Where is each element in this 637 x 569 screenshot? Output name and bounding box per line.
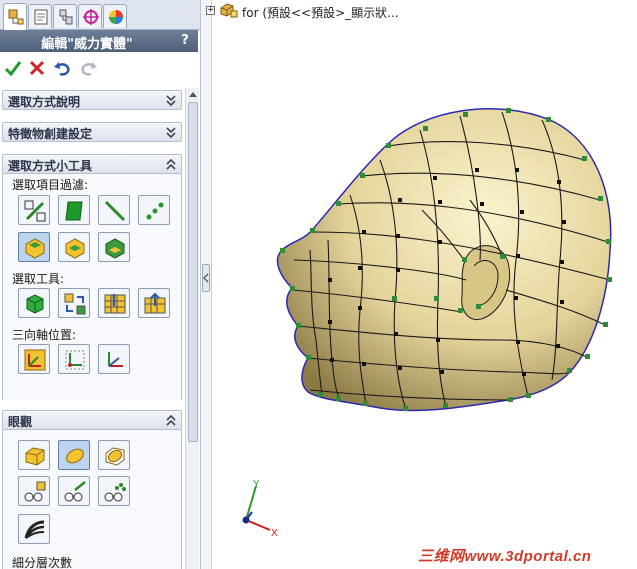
panel-scrollbar-thumb[interactable]: [188, 102, 198, 442]
panel-splitter[interactable]: [201, 0, 212, 569]
box-select-mid-icon: [65, 238, 85, 259]
group-display[interactable]: 眼觀: [2, 410, 182, 430]
grow-selection-tool-button[interactable]: [138, 288, 170, 318]
tree-expand-toggle[interactable]: +: [206, 6, 215, 15]
triad-local-icon: [24, 349, 46, 371]
filter-faces-button[interactable]: [58, 195, 90, 225]
box-and-smooth-icon: [105, 447, 125, 466]
group-selection-tools[interactable]: 選取方式小工具: [2, 154, 182, 174]
box-select-bottom-icon: [105, 238, 125, 259]
view-triad: Y X: [242, 479, 278, 539]
filter-lines-button[interactable]: [98, 195, 130, 225]
site-watermark: 三维网www.3dportal.cn: [418, 548, 592, 565]
chevron-up-double-icon: [166, 414, 176, 426]
triad-y-label: Y: [253, 479, 260, 490]
collapse-arrow-icon: [203, 273, 209, 283]
help-button[interactable]: ?: [178, 33, 192, 48]
display-glasses-3-button[interactable]: [98, 476, 130, 506]
tab-display-manager[interactable]: [78, 4, 102, 28]
display-box-button[interactable]: [18, 440, 50, 470]
undo-icon[interactable]: [53, 59, 71, 77]
glasses-points-icon: [104, 483, 126, 502]
tools-label: 選取工具:: [12, 272, 65, 286]
color-wheel-icon: [109, 10, 123, 24]
group-feature-settings[interactable]: 特徵物創建設定: [2, 122, 182, 142]
display-glasses-2-button[interactable]: [58, 476, 90, 506]
display-smooth-button[interactable]: [58, 440, 90, 470]
manager-tabs: [0, 0, 200, 30]
glasses-line-icon: [64, 481, 86, 502]
filter-edges-button[interactable]: [18, 195, 50, 225]
filter-vertices-button[interactable]: [138, 195, 170, 225]
property-sheet-icon: [34, 9, 48, 25]
glasses-vertex-icon: [24, 481, 46, 502]
select-box-tool-button[interactable]: [18, 288, 50, 318]
selection-tools-body: 選取項目過濾: 選取工具: 三向軸位置:: [2, 174, 182, 400]
group-selection-tools-label: 選取方式小工具: [8, 159, 93, 173]
filter-face-icon: [65, 201, 83, 221]
filter-line-icon: [104, 200, 126, 222]
display-stripes-button[interactable]: [18, 514, 50, 544]
display-both-button[interactable]: [98, 440, 130, 470]
tab-configuration[interactable]: [28, 4, 52, 28]
filter-label: 選取項目過濾:: [12, 178, 89, 192]
column-grid-icon: [104, 294, 126, 314]
swap-grid-icon: [64, 293, 86, 315]
display-glasses-1-button[interactable]: [18, 476, 50, 506]
action-buttons: [0, 54, 198, 82]
chevron-up-double-icon: [166, 158, 176, 170]
tab-appearances[interactable]: [103, 4, 127, 28]
box-select-top-icon: [25, 238, 45, 259]
zebra-stripes-icon: [24, 520, 45, 539]
panel-title-bar: 編輯"威力實體" ?: [0, 30, 198, 52]
group-feature-settings-label: 特徵物創建設定: [8, 127, 93, 141]
filter-body-bottom-button[interactable]: [98, 232, 130, 262]
feature-tree-icon: [8, 9, 24, 25]
part-icon: [220, 3, 238, 18]
triad-label: 三向軸位置:: [12, 328, 77, 342]
crosshair-icon: [83, 9, 99, 25]
filter-edge-face-icon: [24, 200, 46, 222]
filter-body-mid-button[interactable]: [58, 232, 90, 262]
chevron-down-double-icon: [166, 127, 176, 139]
property-manager-panel: 編輯"威力實體" ? 選取方式說明 特徵物創建設定 選取方式小工具 選取項目過濾…: [0, 0, 201, 569]
group-display-label: 眼觀: [8, 415, 33, 429]
triad-global-button[interactable]: [98, 344, 130, 374]
cancel-x-icon[interactable]: [28, 59, 46, 77]
triad-local-button[interactable]: [18, 344, 50, 374]
tab-property-manager[interactable]: [3, 3, 27, 30]
display-body: 細分層次數: [2, 430, 182, 569]
chevron-down-double-icon: [166, 95, 176, 107]
scroll-up-arrow-icon[interactable]: [189, 91, 197, 97]
group-selection-help[interactable]: 選取方式說明: [2, 90, 182, 110]
splitter-collapse-handle[interactable]: [202, 264, 210, 292]
panel-scrollbar[interactable]: [185, 88, 199, 569]
triad-x-label: X: [271, 528, 278, 539]
grow-grid-icon: [144, 292, 166, 314]
smooth-mode-icon: [66, 448, 84, 464]
tree-root-label[interactable]: for (預設<<預設>_顯示狀...: [242, 4, 399, 21]
triad-global-icon: [108, 352, 123, 367]
group-selection-help-label: 選取方式說明: [8, 95, 81, 109]
panel-title: 編輯"威力實體": [41, 37, 133, 52]
accept-check-icon[interactable]: [4, 59, 22, 77]
redo-icon[interactable]: [80, 59, 98, 77]
filter-vertex-icon: [146, 202, 164, 220]
green-cube-icon: [26, 294, 44, 314]
box-mode-icon: [25, 447, 45, 466]
configuration-icon: [59, 9, 73, 25]
triad-selection-button[interactable]: [58, 344, 90, 374]
triad-selection-icon: [65, 350, 85, 370]
head-surface-model[interactable]: [270, 100, 615, 430]
filter-body-top-button[interactable]: [18, 232, 50, 262]
tab-dimxpert[interactable]: [53, 4, 77, 28]
select-column-tool-button[interactable]: [98, 288, 130, 318]
subdivision-label: 細分層次數: [12, 556, 73, 569]
swap-selection-tool-button[interactable]: [58, 288, 90, 318]
